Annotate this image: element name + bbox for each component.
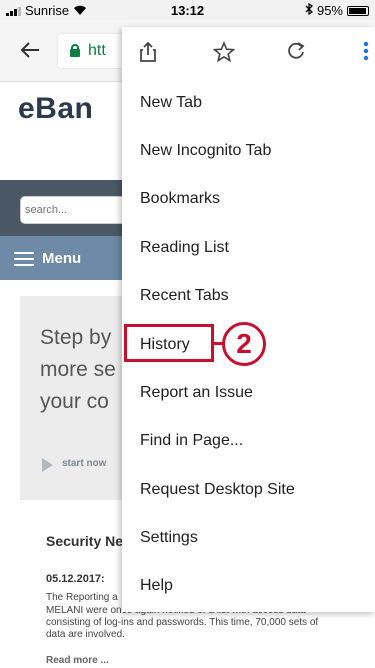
news-body-line: data are involved. [46, 629, 125, 640]
menu-item-new-incognito-tab[interactable]: New Incognito Tab [122, 127, 375, 175]
menu-item-bookmarks[interactable]: Bookmarks [122, 175, 375, 223]
menu-item-find-in-page[interactable]: Find in Page... [122, 417, 375, 465]
menu-item-report-an-issue[interactable]: Report an Issue [122, 369, 375, 417]
promo-title: Step by more se your co [40, 326, 116, 413]
news-section-title: Security Ne [46, 533, 124, 549]
news-body-line: consisting of log-ins and passwords. Thi… [46, 617, 319, 628]
menu-item-reading-list[interactable]: Reading List [122, 224, 375, 272]
status-right: 95% [305, 2, 369, 18]
battery-label: 95% [316, 3, 343, 18]
more-vert-icon[interactable] [354, 41, 375, 65]
lock-icon [70, 44, 80, 57]
read-more-link[interactable]: Read more ... [46, 655, 109, 666]
history-highlight-box [124, 324, 214, 362]
battery-icon [347, 5, 369, 16]
overflow-menu: New Tab New Incognito Tab Bookmarks Read… [122, 27, 375, 612]
back-arrow-icon[interactable] [20, 38, 40, 66]
site-logo[interactable]: eBan [18, 92, 93, 126]
menu-item-help[interactable]: Help [122, 562, 375, 610]
share-icon[interactable] [136, 41, 160, 65]
star-icon[interactable] [212, 40, 236, 65]
bluetooth-icon [305, 2, 313, 18]
hamburger-icon[interactable] [14, 252, 34, 266]
start-now-link[interactable]: start now [62, 458, 106, 469]
menu-item-request-desktop-site[interactable]: Request Desktop Site [122, 466, 375, 514]
menu-icon-row [122, 27, 375, 83]
news-date: 05.12.2017: [46, 573, 105, 585]
url-text: htt [88, 42, 106, 59]
menu-label[interactable]: Menu [42, 250, 81, 267]
step-callout-badge: 2 [222, 322, 266, 366]
menu-item-new-tab[interactable]: New Tab [122, 79, 375, 127]
status-bar: Sunrise 13:12 95% [0, 0, 375, 20]
menu-item-settings[interactable]: Settings [122, 514, 375, 562]
reload-icon[interactable] [284, 41, 308, 65]
news-body-fragment: The Reporting a [46, 592, 118, 603]
menu-item-recent-tabs[interactable]: Recent Tabs [122, 272, 375, 320]
play-icon[interactable] [42, 458, 53, 472]
